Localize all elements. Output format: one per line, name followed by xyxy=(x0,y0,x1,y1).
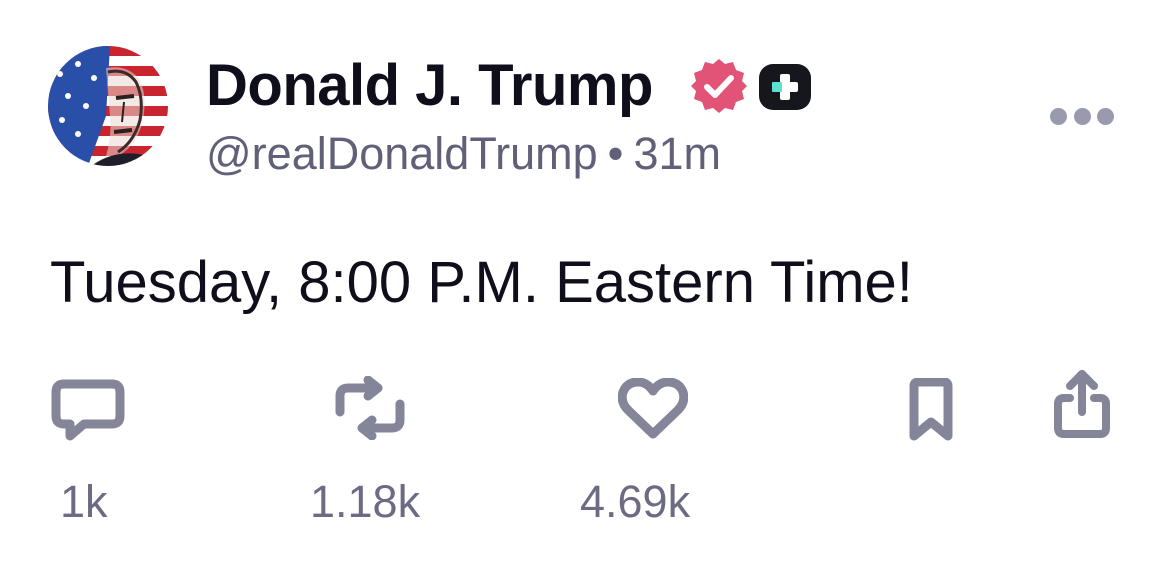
share-icon xyxy=(1054,370,1110,438)
bookmark-icon xyxy=(909,378,953,441)
avatar[interactable] xyxy=(48,46,168,166)
verified-badge-icon xyxy=(691,59,747,113)
share-button[interactable] xyxy=(1050,368,1114,440)
repost-button[interactable] xyxy=(330,376,410,440)
like-button[interactable] xyxy=(618,378,688,440)
separator-dot: • xyxy=(607,128,624,179)
post-timestamp[interactable]: 31m xyxy=(633,128,721,179)
post-card: Donald J. Trump @realDonaldTrump • 31m Tue… xyxy=(0,0,1170,564)
more-dot-icon xyxy=(1097,107,1114,125)
more-options-button[interactable] xyxy=(1050,104,1114,128)
more-dot-icon xyxy=(1050,107,1067,125)
repost-count: 1.18k xyxy=(310,476,421,527)
more-dot-icon xyxy=(1073,107,1091,125)
like-count: 4.69k xyxy=(580,476,691,527)
author-handle[interactable]: @realDonaldTrump xyxy=(206,128,598,179)
bookmark-button[interactable] xyxy=(906,378,956,442)
author-meta: @realDonaldTrump • 31m xyxy=(206,126,721,182)
repost-icon xyxy=(335,376,405,440)
post-text: Tuesday, 8:00 P.M. Eastern Time! xyxy=(50,250,913,315)
reply-count: 1k xyxy=(60,476,108,527)
reply-icon xyxy=(51,379,125,441)
plus-badge-icon xyxy=(759,64,811,110)
heart-icon xyxy=(618,378,688,439)
author-display-name[interactable]: Donald J. Trump xyxy=(206,52,653,120)
reply-button[interactable] xyxy=(50,378,126,442)
flag-portrait-avatar-icon xyxy=(48,46,168,166)
